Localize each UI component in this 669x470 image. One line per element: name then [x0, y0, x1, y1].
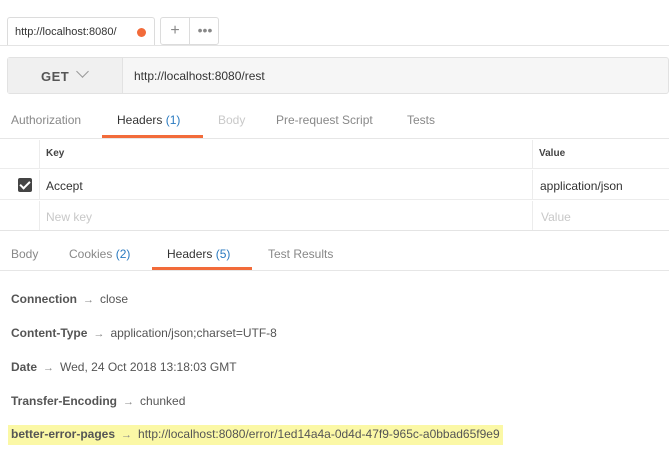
table-row: Accept application/json [0, 170, 669, 200]
new-key-cell[interactable]: New key [39, 201, 92, 230]
response-header-name: Connection [11, 292, 77, 306]
header-value: application/json [540, 179, 623, 193]
tab-tests[interactable]: Tests [407, 113, 435, 127]
tab-strip: http://localhost:8080/ + ••• [0, 0, 669, 46]
header-key: Accept [46, 179, 83, 193]
arrow-icon: → [83, 294, 94, 306]
new-value-cell[interactable]: Value [532, 201, 571, 230]
response-tabs: Body Cookies (2) Headers (5) Test Result… [0, 231, 669, 271]
response-header-value: Wed, 24 Oct 2018 13:18:03 GMT [60, 360, 237, 374]
divider [0, 45, 669, 46]
value-column-header: Value [532, 140, 565, 168]
response-header-value: close [100, 292, 129, 306]
value-header-label: Value [539, 148, 566, 159]
unsaved-dot-icon [137, 28, 146, 37]
request-tab[interactable]: http://localhost:8080/ [7, 17, 155, 46]
response-header-name: Date [11, 360, 38, 374]
active-tab-indicator [152, 267, 252, 270]
list-item: Transfer-Encoding → chunked [11, 394, 185, 414]
arrow-icon: → [121, 429, 133, 441]
list-item: Date → Wed, 24 Oct 2018 13:18:03 GMT [11, 360, 237, 380]
method-select[interactable]: GET [8, 58, 123, 93]
list-item: better-error-pages → http://localhost:8080… [8, 425, 503, 445]
tab-cookies[interactable]: Cookies (2) [69, 247, 130, 261]
arrow-icon: → [43, 362, 55, 374]
tab-authorization[interactable]: Authorization [11, 113, 81, 127]
chevron-down-icon [76, 65, 89, 78]
response-header-name: Transfer-Encoding [11, 394, 118, 408]
url-bar: GET [7, 57, 669, 94]
tab-response-headers-label: Headers [167, 247, 213, 261]
key-header-label: Key [46, 148, 65, 159]
url-input[interactable] [124, 58, 668, 93]
new-header-row: New key Value [0, 201, 669, 230]
tab-headers[interactable]: Headers (1) [117, 113, 180, 127]
tab-cookies-label: Cookies [69, 247, 113, 261]
method-label: GET [41, 69, 70, 84]
value-cell[interactable]: application/json [532, 170, 623, 199]
arrow-icon: → [93, 328, 105, 340]
tab-headers-label: Headers [117, 113, 163, 127]
response-header-value: chunked [140, 394, 186, 408]
tab-actions: + ••• [160, 17, 219, 45]
key-cell[interactable]: Accept [39, 170, 83, 199]
tab-cookies-count: (2) [115, 247, 131, 261]
tab-response-body[interactable]: Body [11, 247, 38, 261]
tab-response-headers[interactable]: Headers (5) [167, 247, 230, 261]
response-header-name: Content-Type [11, 326, 88, 340]
ellipsis-icon: ••• [197, 22, 213, 38]
request-tab-title: http://localhost:8080/ [15, 26, 117, 38]
tab-prerequest-script[interactable]: Pre-request Script [276, 113, 373, 127]
plus-icon: + [170, 22, 180, 39]
active-tab-indicator [102, 135, 203, 138]
list-item: Content-Type → application/json;charset=UT… [11, 326, 277, 346]
tab-headers-count: (1) [165, 113, 181, 127]
header-enabled-checkbox[interactable] [18, 178, 32, 192]
response-header-value: http://localhost:8080/error/1ed14a4a-0d4… [138, 427, 500, 441]
tab-body[interactable]: Body [218, 113, 245, 127]
list-item: Connection → close [11, 292, 128, 312]
response-header-value: application/json;charset=UTF-8 [110, 326, 277, 340]
more-tabs-button[interactable]: ••• [191, 18, 219, 44]
tab-response-headers-count: (5) [215, 247, 231, 261]
new-tab-button[interactable]: + [161, 18, 190, 44]
new-value-placeholder: Value [541, 210, 571, 224]
table-header-row: Key Value [0, 140, 669, 169]
new-key-placeholder: New key [46, 210, 93, 224]
request-tabs: Authorization Headers (1) Body Pre-reque… [0, 106, 669, 139]
key-column-header: Key [39, 140, 64, 168]
arrow-icon: → [123, 396, 135, 408]
response-header-name: better-error-pages [11, 427, 116, 441]
tab-test-results[interactable]: Test Results [268, 247, 333, 261]
